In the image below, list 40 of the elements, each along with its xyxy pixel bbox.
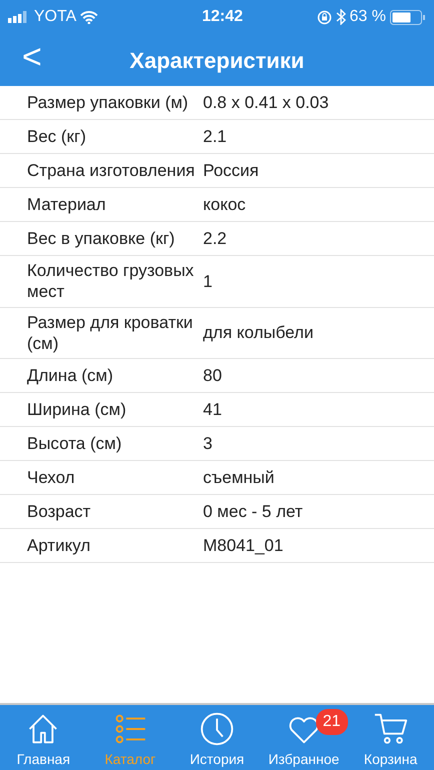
tab-item[interactable]: История bbox=[174, 705, 260, 770]
spec-value: 3 bbox=[203, 432, 212, 454]
count-badge: 21 bbox=[316, 709, 348, 735]
spec-value: Россия bbox=[203, 160, 259, 182]
spec-label: Количество грузовых мест bbox=[26, 260, 195, 302]
spec-value: 41 bbox=[203, 398, 222, 420]
spec-value: 0.8 x 0.41 x 0.03 bbox=[203, 92, 329, 114]
tab-item[interactable]: Избранное 21 bbox=[260, 705, 348, 770]
spec-label: Возраст bbox=[26, 500, 92, 522]
spec-label: Вес (кг) bbox=[26, 126, 87, 148]
spec-label: Размер для кроватки (см) bbox=[26, 312, 194, 354]
spec-label: Материал bbox=[26, 194, 107, 216]
back-button[interactable]: < bbox=[14, 40, 50, 74]
spec-value: 1 bbox=[203, 270, 212, 292]
clock-time: 12:42 bbox=[202, 7, 243, 27]
spec-value: 0 мес - 5 лет bbox=[203, 500, 303, 522]
spec-label: Длина (см) bbox=[26, 364, 114, 386]
spec-label: Ширина (см) bbox=[26, 398, 128, 420]
rotation-lock-icon bbox=[316, 10, 332, 24]
battery-percent: 63 % bbox=[350, 7, 386, 27]
spec-value: 2.2 bbox=[203, 228, 227, 250]
spec-value: кокос bbox=[203, 194, 246, 216]
tab-item[interactable]: Корзина bbox=[347, 705, 434, 770]
spec-value: для колыбели bbox=[203, 322, 314, 344]
tab-item[interactable]: Главная bbox=[0, 705, 87, 770]
wifi-icon bbox=[80, 10, 98, 24]
spec-value: M8041_01 bbox=[203, 534, 284, 556]
spec-label: Размер упаковки (м) bbox=[26, 92, 190, 114]
spec-label: Чехол bbox=[26, 466, 76, 488]
carrier-name: YOTA bbox=[34, 7, 76, 27]
spec-label: Страна изготовления bbox=[26, 160, 196, 182]
page-title: Характеристики bbox=[130, 46, 304, 75]
spec-label: Артикул bbox=[26, 534, 92, 556]
spec-label: Высота (см) bbox=[26, 432, 123, 454]
spec-value: 80 bbox=[203, 364, 222, 386]
spec-value: съемный bbox=[203, 466, 274, 488]
battery-icon bbox=[390, 10, 426, 24]
spec-label: Вес в упаковке (кг) bbox=[26, 228, 176, 250]
spec-value: 2.1 bbox=[203, 126, 227, 148]
bluetooth-icon bbox=[336, 9, 346, 25]
